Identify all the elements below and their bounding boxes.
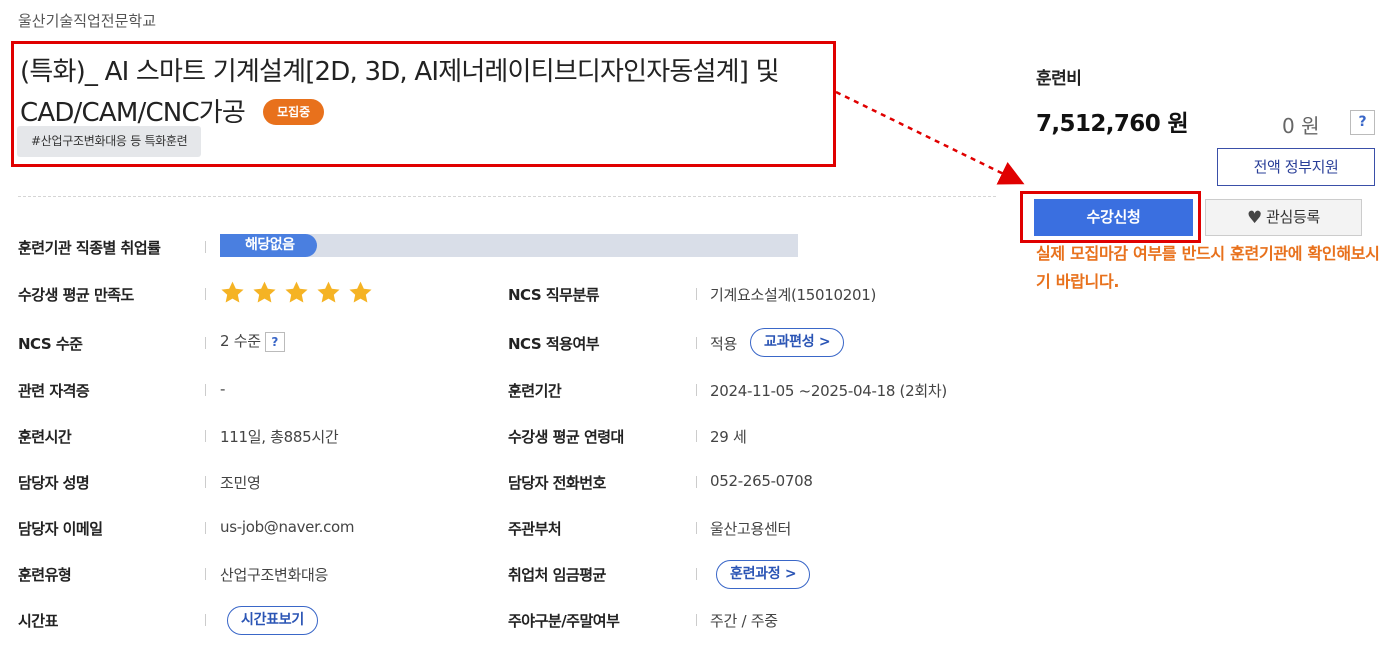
timetable-button[interactable]: 시간표보기 <box>227 606 318 635</box>
satisfaction-stars <box>220 280 373 305</box>
star-icon <box>221 281 244 303</box>
manager-phone-label: 담당자 전화번호 <box>508 474 606 492</box>
separator <box>205 241 206 253</box>
separator <box>696 384 697 396</box>
institution-name: 울산기술직업전문학교 <box>18 12 157 30</box>
ncs-category-value: 기계요소설계(15010201) <box>710 286 877 304</box>
separator <box>205 384 206 396</box>
interest-button-label: 관심등록 <box>1265 208 1320 226</box>
satisfaction-label: 수강생 평균 만족도 <box>18 286 134 304</box>
certificate-value: - <box>220 380 226 398</box>
day-night-value: 주간 / 주중 <box>710 612 778 630</box>
hours-value: 111일, 총885시간 <box>220 428 339 446</box>
separator <box>696 430 697 442</box>
course-button[interactable]: 훈련과정 > <box>716 560 811 589</box>
avg-age-label: 수강생 평균 연령대 <box>508 428 624 446</box>
heart-icon: ♥ <box>1247 208 1262 228</box>
separator <box>205 568 206 580</box>
star-icon <box>253 281 276 303</box>
ncs-level-label: NCS 수준 <box>18 335 83 353</box>
hours-label: 훈련시간 <box>18 428 72 446</box>
separator <box>205 522 206 534</box>
ncs-applied-value: 적용 <box>710 335 738 353</box>
fee-amount: 7,512,760 원 <box>1036 111 1189 137</box>
ncs-applied-label: NCS 적용여부 <box>508 335 600 353</box>
course-title: (특화)_ AI 스마트 기계설계[2D, 3D, AI제너레이티브디자인자동설… <box>20 52 832 134</box>
course-tag[interactable]: #산업구조변화대응 등 특화훈련 <box>17 126 202 157</box>
training-type-label: 훈련유형 <box>18 566 72 584</box>
manager-email-label: 담당자 이메일 <box>18 520 103 538</box>
manager-phone-value: 052-265-0708 <box>710 472 813 490</box>
timetable-label: 시간표 <box>18 612 58 630</box>
employment-rate-bar: 해당없음 <box>220 234 798 257</box>
ncs-level-value: 2 수준 <box>220 332 261 350</box>
ncs-category-label: NCS 직무분류 <box>508 286 600 304</box>
fee-label: 훈련비 <box>1036 69 1082 89</box>
course-title-highlight: (특화)_ AI 스마트 기계설계[2D, 3D, AI제너레이티브디자인자동설… <box>11 41 836 167</box>
separator <box>205 288 206 300</box>
period-value: 2024-11-05 ~2025-04-18 (2회차) <box>710 382 947 400</box>
separator <box>205 476 206 488</box>
ncs-level: 2 수준? <box>220 330 285 352</box>
self-pay-amount: 0 원 <box>1282 114 1320 138</box>
status-badge: 모집중 <box>263 99 325 125</box>
star-icon <box>285 281 308 303</box>
help-icon[interactable]: ? <box>1350 110 1375 135</box>
employment-rate-value: 해당없음 <box>220 234 317 257</box>
separator <box>205 614 206 626</box>
star-icon <box>349 281 372 303</box>
separator <box>205 337 206 349</box>
period-label: 훈련기간 <box>508 382 562 400</box>
ministry-value: 울산고용센터 <box>710 520 792 538</box>
separator <box>696 614 697 626</box>
separator <box>696 337 697 349</box>
gov-support-button[interactable]: 전액 정부지원 <box>1217 148 1375 186</box>
avg-age-value: 29 세 <box>710 428 747 446</box>
course-title-text: (특화)_ AI 스마트 기계설계[2D, 3D, AI제너레이티브디자인자동설… <box>20 57 779 128</box>
recruit-notice: 실제 모집마감 여부를 반드시 훈련기관에 확인해보시기 바랍니다. <box>1036 244 1380 291</box>
apply-button[interactable]: 수강신청 <box>1034 199 1193 236</box>
ministry-label: 주관부처 <box>508 520 562 538</box>
separator <box>696 522 697 534</box>
manager-name-label: 담당자 성명 <box>18 474 90 492</box>
help-icon[interactable]: ? <box>264 331 285 352</box>
separator <box>696 476 697 488</box>
wage-avg-label: 취업처 임금평균 <box>508 566 606 584</box>
star-icon <box>317 281 340 303</box>
separator <box>696 568 697 580</box>
section-divider <box>18 196 996 197</box>
day-night-label: 주야구분/주말여부 <box>508 612 620 630</box>
certificate-label: 관련 자격증 <box>18 382 90 400</box>
interest-button[interactable]: ♥ 관심등록 <box>1205 199 1362 236</box>
employment-rate-label: 훈련기관 직종별 취업률 <box>18 239 161 257</box>
curriculum-button[interactable]: 교과편성 > <box>750 328 845 357</box>
manager-name-value: 조민영 <box>220 474 261 492</box>
separator <box>696 288 697 300</box>
separator <box>205 430 206 442</box>
training-type-value: 산업구조변화대응 <box>220 566 329 584</box>
manager-email-value: us-job@naver.com <box>220 518 355 536</box>
